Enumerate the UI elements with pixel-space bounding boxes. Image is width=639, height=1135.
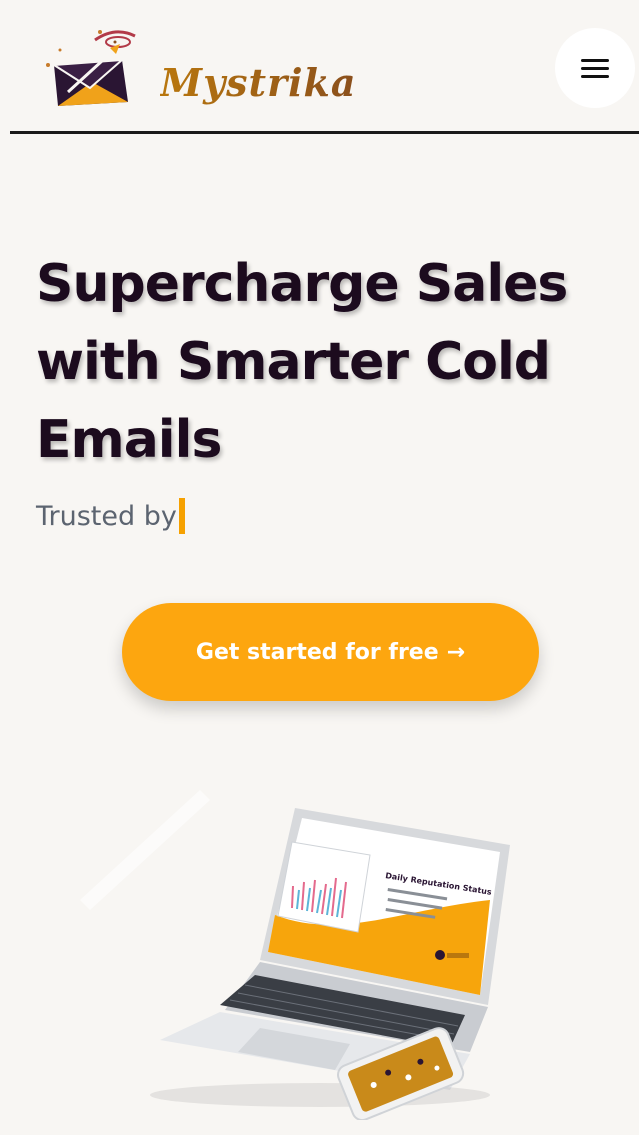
hero-title-line-3: Emails (36, 410, 222, 470)
hero-title-line-1: Supercharge Sales (36, 254, 568, 314)
laptop-mockup-image: Daily Reputation Status (70, 790, 550, 1122)
trusted-by-label: Trusted by (36, 500, 177, 532)
brand-logo[interactable]: Mystrika (40, 20, 356, 115)
brand-name: Mystrika (160, 60, 357, 105)
hero-title-line-2: with Smarter Cold (36, 332, 551, 392)
laptop-illustration: Daily Reputation Status (80, 790, 510, 1122)
menu-button[interactable] (555, 28, 635, 108)
hero-title: Supercharge Sales with Smarter Cold Emai… (36, 245, 596, 479)
envelope-logo-icon (46, 30, 136, 106)
get-started-button[interactable]: Get started for free → (122, 603, 539, 701)
hamburger-icon (581, 54, 609, 83)
arrow-right-icon: → (446, 639, 466, 665)
site-header: Mystrika (0, 0, 639, 132)
trusted-by-line: Trusted by (36, 498, 185, 534)
header-divider (10, 131, 639, 134)
typing-caret (178, 498, 185, 534)
get-started-label: Get started for free (195, 639, 439, 665)
